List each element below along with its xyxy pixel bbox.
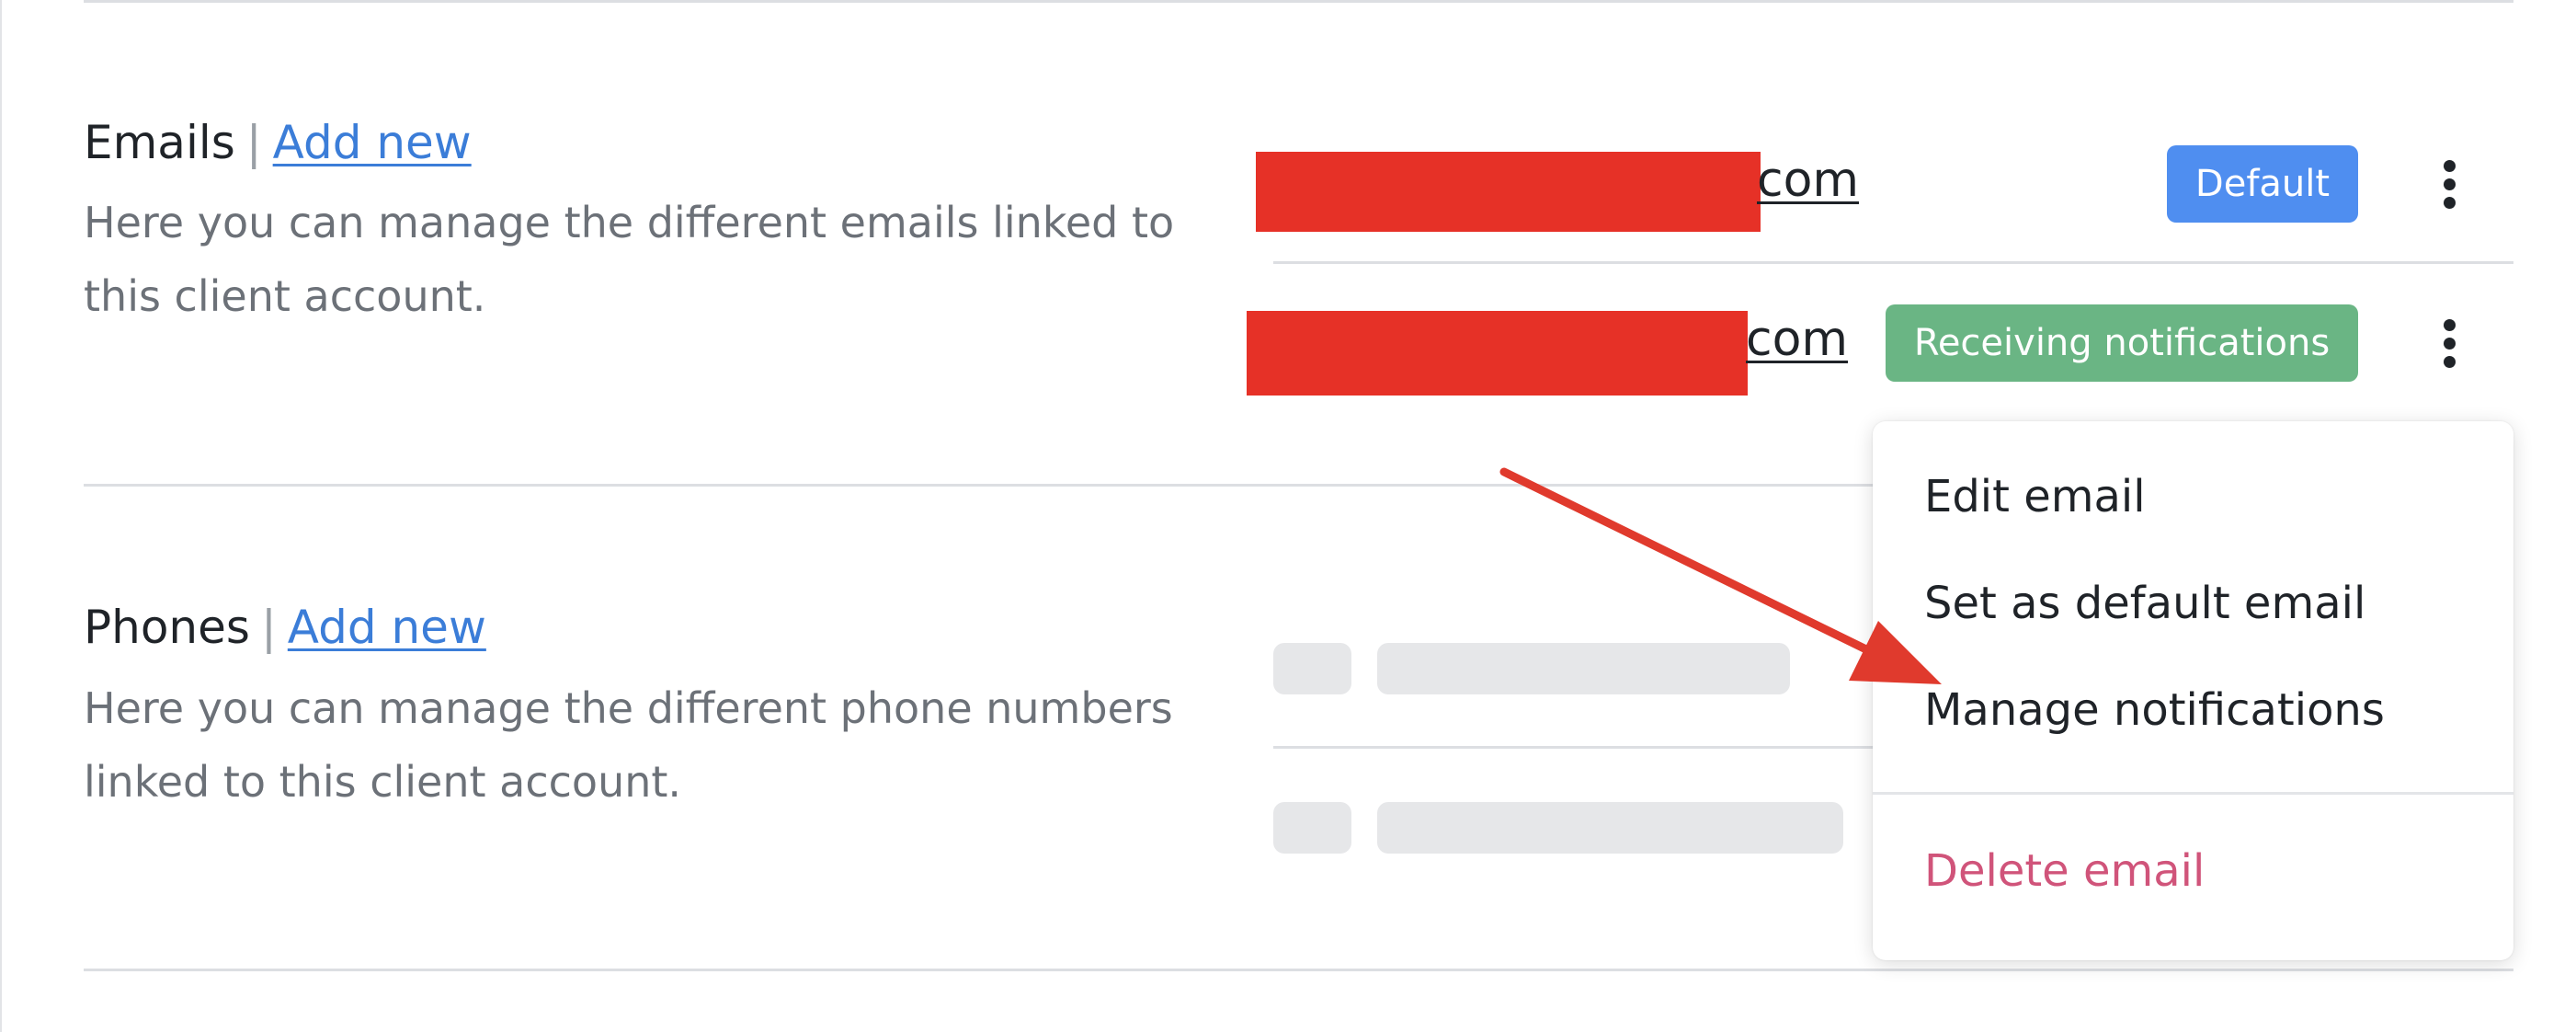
email-actions-menu: Edit email Set as default email Manage n… <box>1873 421 2513 960</box>
phone-skeleton-icon-2 <box>1273 802 1351 854</box>
emails-title: Emails <box>84 116 235 169</box>
menu-item-manage-notifications[interactable]: Manage notifications <box>1924 684 2385 736</box>
emails-heading-separator: | <box>245 116 262 169</box>
phones-title: Phones <box>84 601 250 654</box>
emails-description: Here you can manage the different emails… <box>84 198 1175 321</box>
divider-top <box>84 0 2513 3</box>
add-phone-link[interactable]: Add new <box>288 601 486 654</box>
default-badge: Default <box>2167 145 2358 223</box>
divider-bottom <box>84 969 2513 971</box>
menu-item-delete-email[interactable]: Delete email <box>1924 845 2205 897</box>
menu-divider <box>1873 792 2513 795</box>
phone-row-divider <box>1273 746 1880 749</box>
email-1-more-icon[interactable] <box>2431 145 2468 223</box>
email-address-2[interactable]: com <box>1746 312 1848 367</box>
page: Emails | Add new Here you can manage the d… <box>0 0 2576 1032</box>
phones-heading: Phones | Add new <box>84 601 486 654</box>
email-row-divider <box>1273 261 2513 264</box>
email-address-1[interactable]: com <box>1757 153 1859 208</box>
phones-heading-separator: | <box>260 601 277 654</box>
receiving-notifications-badge: Receiving notifications <box>1886 304 2358 382</box>
redacted-email-2 <box>1247 311 1748 396</box>
phone-skeleton-icon-1 <box>1273 643 1351 694</box>
menu-item-set-default-email[interactable]: Set as default email <box>1924 578 2365 629</box>
phones-description: Here you can manage the different phone … <box>84 683 1173 807</box>
email-2-more-icon[interactable] <box>2431 304 2468 382</box>
add-email-link[interactable]: Add new <box>273 116 472 169</box>
page-left-border <box>0 0 2 1032</box>
phone-skeleton-text-2 <box>1377 802 1843 854</box>
redacted-email-1 <box>1256 152 1761 232</box>
emails-heading: Emails | Add new <box>84 116 472 169</box>
menu-item-edit-email[interactable]: Edit email <box>1924 471 2146 522</box>
phone-skeleton-text-1 <box>1377 643 1790 694</box>
